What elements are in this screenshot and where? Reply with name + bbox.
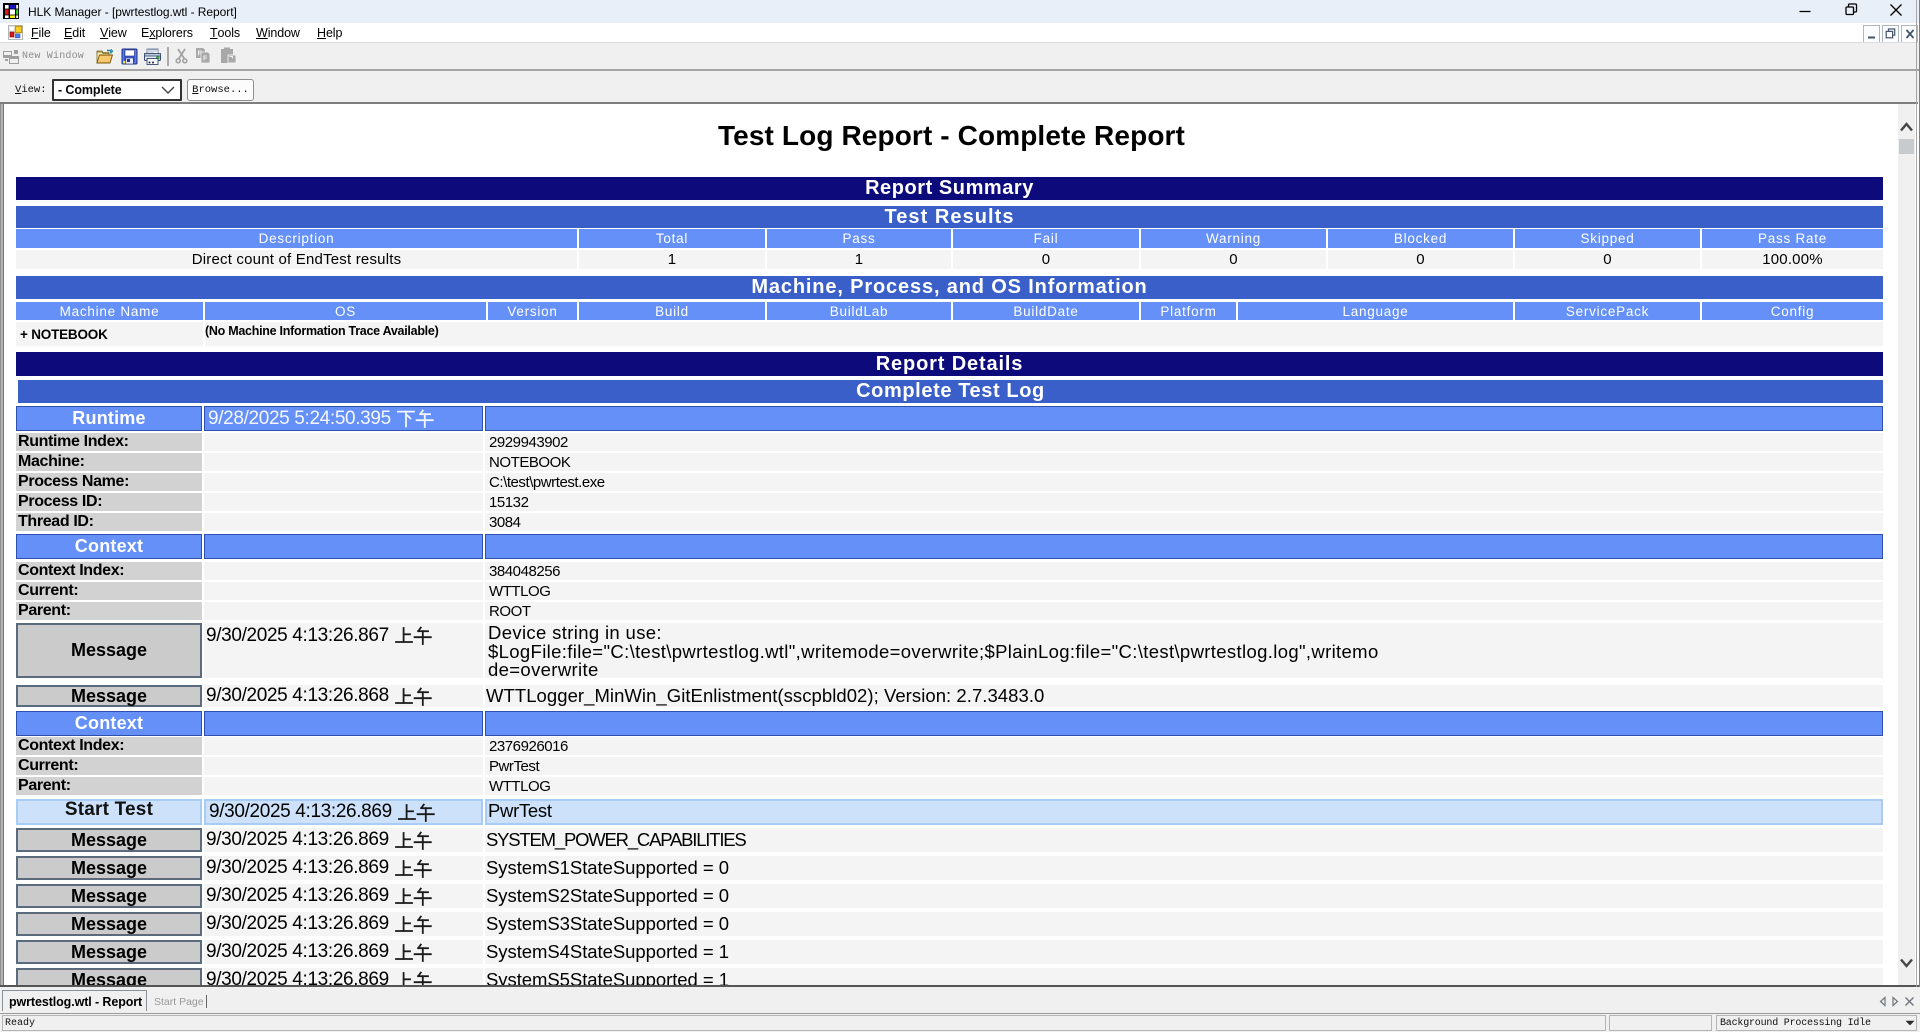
svg-text:F: F <box>203 56 208 63</box>
